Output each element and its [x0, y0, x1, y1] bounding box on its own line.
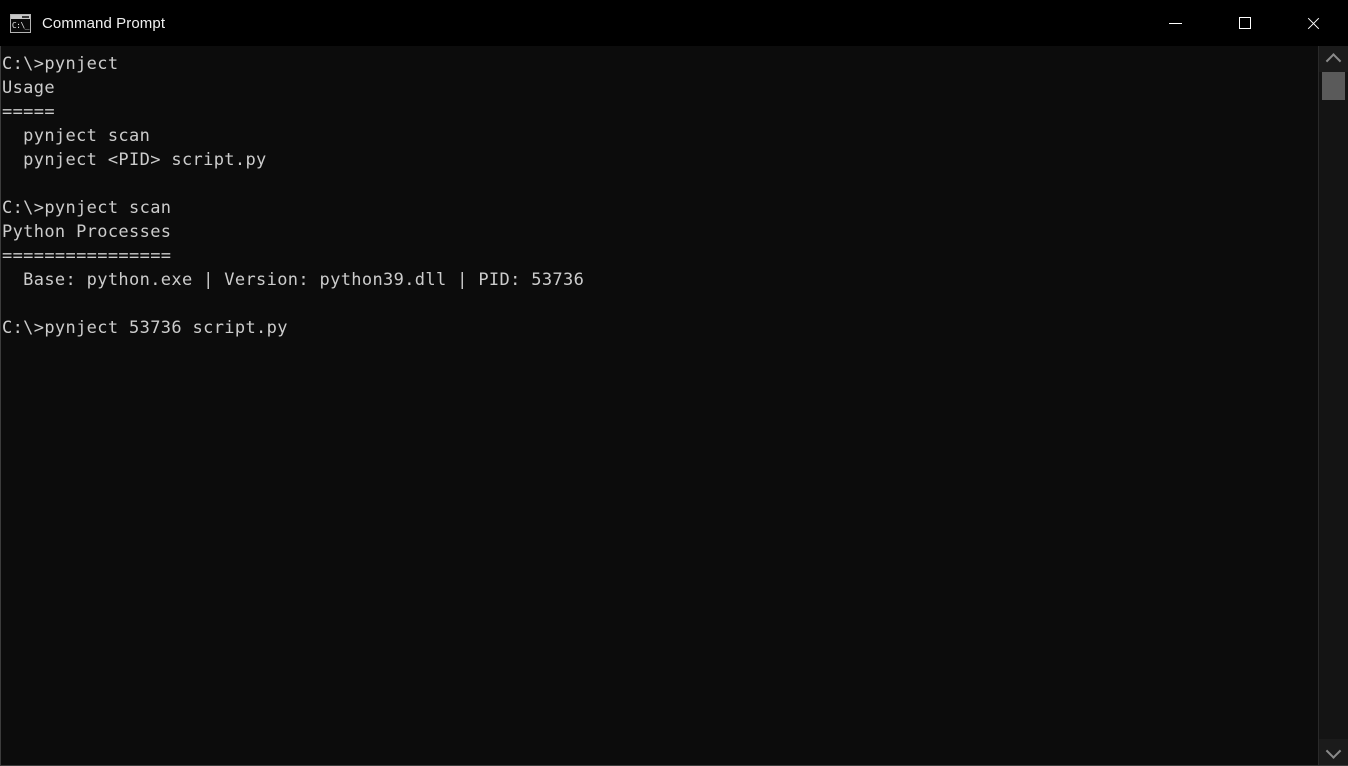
close-button[interactable] — [1279, 0, 1348, 46]
scroll-down-arrow-icon — [1325, 742, 1342, 759]
console-output-area[interactable]: C:\>pynject Usage ===== pynject scan pyn… — [1, 46, 1318, 765]
command-prompt-window: C:\_ Command Prompt C:\>pynject Usage ==… — [0, 0, 1348, 766]
console-text: C:\>pynject Usage ===== pynject scan pyn… — [2, 54, 585, 338]
minimize-icon — [1169, 22, 1182, 24]
titlebar-left-group: C:\_ Command Prompt — [0, 0, 165, 46]
scroll-up-button[interactable] — [1319, 46, 1348, 72]
window-titlebar[interactable]: C:\_ Command Prompt — [0, 0, 1348, 46]
cmd-icon-buttons — [22, 15, 29, 18]
close-icon — [1306, 16, 1321, 31]
scroll-up-arrow-icon — [1325, 52, 1342, 69]
scroll-down-button[interactable] — [1319, 739, 1348, 765]
cmd-console-icon: C:\_ — [10, 13, 31, 33]
maximize-button[interactable] — [1210, 0, 1279, 46]
vertical-scrollbar[interactable] — [1318, 46, 1348, 765]
scrollbar-thumb[interactable] — [1322, 72, 1345, 100]
window-body: C:\>pynject Usage ===== pynject scan pyn… — [0, 46, 1348, 766]
maximize-icon — [1238, 17, 1251, 29]
minimize-button[interactable] — [1141, 0, 1210, 46]
scrollbar-track[interactable] — [1319, 72, 1348, 739]
window-title: Command Prompt — [42, 14, 166, 32]
window-controls — [1141, 0, 1348, 46]
cmd-icon-prompt-text: C:\_ — [11, 20, 30, 30]
